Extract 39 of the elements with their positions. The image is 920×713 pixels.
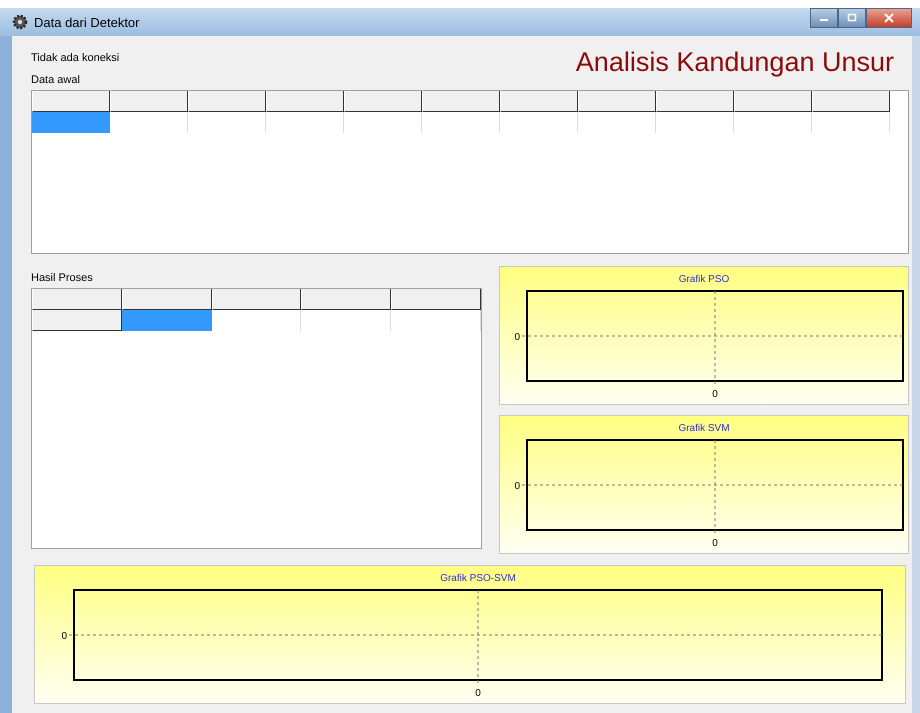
connection-status: Tidak ada koneksi: [31, 52, 120, 64]
axis-label: 0: [514, 332, 520, 343]
axis-label: 0: [61, 631, 67, 642]
column-header[interactable]: [422, 91, 500, 112]
row-header[interactable]: [32, 310, 122, 331]
column-header[interactable]: [656, 91, 734, 112]
window-title: Data dari Detektor: [34, 14, 140, 30]
gear-icon: [12, 14, 28, 30]
close-button[interactable]: [866, 8, 912, 28]
minimize-button[interactable]: [810, 8, 838, 28]
axis-label: 0: [514, 481, 520, 492]
column-header[interactable]: [344, 91, 422, 112]
column-header[interactable]: [122, 289, 212, 310]
column-header[interactable]: [500, 91, 578, 112]
column-header[interactable]: [734, 91, 812, 112]
chart-title: Grafik SVM: [678, 423, 730, 434]
chart-title: Grafik PSO: [678, 274, 730, 285]
chart-title: Grafik PSO-SVM: [440, 573, 516, 584]
grid-cell[interactable]: [32, 112, 110, 133]
column-header[interactable]: [301, 289, 392, 310]
axis-label: 0: [475, 688, 481, 699]
section-label: Hasil Proses: [31, 272, 94, 284]
grid-cell[interactable]: [122, 310, 212, 331]
section-label: Data awal: [31, 74, 81, 86]
column-header[interactable]: [110, 91, 188, 112]
maximize-button[interactable]: [838, 8, 866, 28]
close-icon: [884, 13, 894, 23]
column-header[interactable]: [812, 91, 890, 112]
column-header[interactable]: [391, 289, 481, 310]
axis-label: 0: [712, 389, 718, 400]
column-header[interactable]: [212, 289, 302, 310]
axis-label: 0: [712, 538, 718, 549]
column-header[interactable]: [266, 91, 344, 112]
maximize-icon: [847, 13, 857, 23]
app-title: Analisis Kandungan Unsur: [576, 47, 894, 78]
column-header[interactable]: [32, 91, 110, 112]
column-header[interactable]: [188, 91, 266, 112]
column-header[interactable]: [32, 289, 122, 310]
column-header[interactable]: [578, 91, 656, 112]
